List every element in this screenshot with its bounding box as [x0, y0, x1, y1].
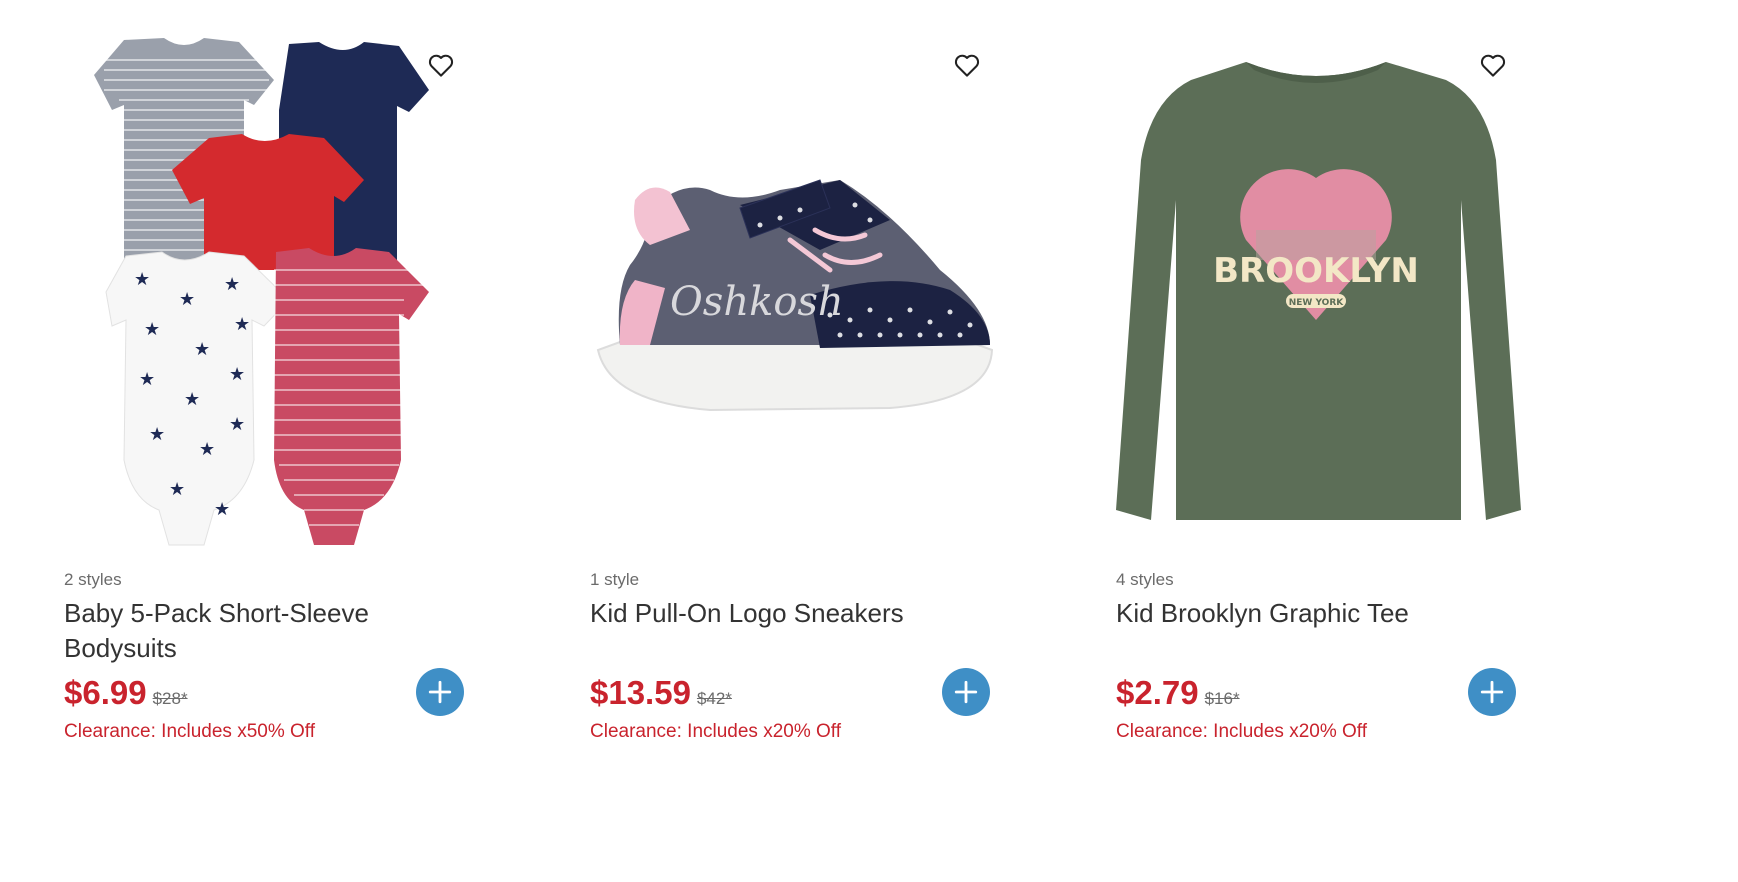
original-price: $16*	[1204, 689, 1240, 708]
clearance-promo: Clearance: Includes x20% Off	[1116, 721, 1368, 742]
svg-text:★: ★	[149, 424, 165, 444]
clearance-promo: Clearance: Includes x20% Off	[590, 721, 842, 742]
product-card[interactable]: BROOKLYN NEW YORK 4 styles Kid Brooklyn …	[1116, 0, 1636, 882]
svg-text:★: ★	[179, 289, 195, 309]
tee-graphic-text: BROOKLYN	[1213, 251, 1419, 291]
svg-text:★: ★	[229, 364, 245, 384]
add-to-bag-button[interactable]	[416, 668, 464, 716]
svg-text:★: ★	[234, 314, 250, 334]
svg-text:★: ★	[134, 269, 150, 289]
style-count: 2 styles	[64, 570, 122, 589]
product-image-bodysuits[interactable]: ★ ★ ★ ★ ★ ★ ★ ★ ★ ★ ★ ★ ★ ★	[64, 30, 504, 560]
price-row: $13.59 $42*	[590, 674, 732, 714]
sneaker: Oshkosh	[596, 179, 994, 412]
price-row: $6.99 $28*	[64, 674, 188, 714]
original-price: $42*	[696, 689, 732, 708]
svg-text:★: ★	[224, 274, 240, 294]
product-card[interactable]: ★ ★ ★ ★ ★ ★ ★ ★ ★ ★ ★ ★ ★ ★ 2 styles Bab…	[64, 0, 584, 882]
sale-price: $6.99	[64, 674, 147, 711]
svg-text:★: ★	[194, 339, 210, 359]
sneaker-logo-text: Oshkosh	[670, 279, 844, 325]
favorite-heart-icon[interactable]	[1478, 50, 1508, 80]
favorite-heart-icon[interactable]	[426, 50, 456, 80]
plus-icon	[954, 680, 978, 704]
product-title[interactable]: Kid Pull-On Logo Sneakers	[590, 596, 950, 631]
svg-text:★: ★	[139, 369, 155, 389]
product-card[interactable]: Oshkosh 1 style Kid Pull-On Logo Sneaker…	[590, 0, 1110, 882]
price-row: $2.79 $16*	[1116, 674, 1240, 714]
svg-text:★: ★	[214, 499, 230, 519]
clearance-promo: Clearance: Includes x50% Off	[64, 721, 316, 742]
style-count: 1 style	[590, 570, 640, 589]
svg-text:★: ★	[184, 389, 200, 409]
bodysuit-stars: ★ ★ ★ ★ ★ ★ ★ ★ ★ ★ ★ ★ ★ ★	[105, 251, 290, 546]
plus-icon	[1480, 680, 1504, 704]
favorite-heart-icon[interactable]	[952, 50, 982, 80]
svg-text:★: ★	[169, 479, 185, 499]
svg-text:★: ★	[229, 414, 245, 434]
add-to-bag-button[interactable]	[1468, 668, 1516, 716]
product-image-tee[interactable]: BROOKLYN NEW YORK	[1116, 30, 1556, 560]
original-price: $28*	[152, 689, 188, 708]
style-count: 4 styles	[1116, 570, 1174, 589]
bodysuit-pink-stripe	[274, 248, 429, 545]
product-grid: ★ ★ ★ ★ ★ ★ ★ ★ ★ ★ ★ ★ ★ ★ 2 styles Bab…	[0, 0, 1738, 882]
tee-graphic-subtext: NEW YORK	[1289, 298, 1345, 308]
product-image-sneakers[interactable]: Oshkosh	[590, 30, 1030, 560]
product-title[interactable]: Kid Brooklyn Graphic Tee	[1116, 596, 1476, 631]
add-to-bag-button[interactable]	[942, 668, 990, 716]
sale-price: $2.79	[1116, 674, 1199, 711]
svg-text:★: ★	[199, 439, 215, 459]
product-title[interactable]: Baby 5-Pack Short-Sleeve Bodysuits	[64, 596, 424, 666]
long-sleeve-tee: BROOKLYN NEW YORK	[1116, 62, 1521, 520]
svg-text:★: ★	[144, 319, 160, 339]
sale-price: $13.59	[590, 674, 691, 711]
plus-icon	[428, 680, 452, 704]
